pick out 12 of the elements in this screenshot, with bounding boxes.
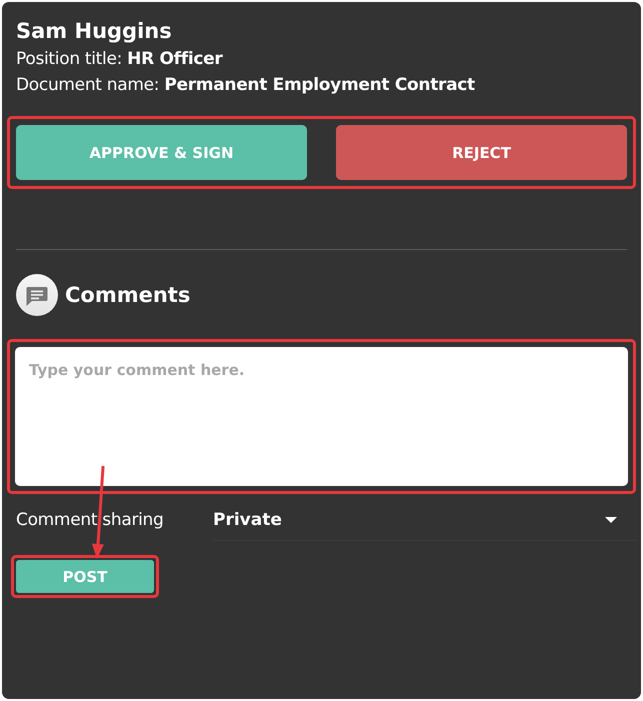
comments-heading: Comments: [65, 283, 190, 307]
sharing-label: Comment sharing: [16, 510, 165, 530]
detail-line: Position title: HR Officer: [16, 48, 224, 71]
caret-icon: [605, 516, 617, 522]
comment-field[interactable]: Type your comment here.: [15, 347, 628, 486]
post-button[interactable]: POST: [16, 560, 154, 593]
person-name: Sam Huggins: [16, 18, 173, 45]
sharing-select[interactable]: Private: [213, 500, 637, 540]
comment-icon: [16, 274, 58, 316]
detail-line: Document name: Permanent Employment Contract: [16, 74, 476, 97]
approve-button[interactable]: APPROVE & SIGN: [16, 125, 307, 180]
reject-button[interactable]: REJECT: [336, 125, 627, 180]
